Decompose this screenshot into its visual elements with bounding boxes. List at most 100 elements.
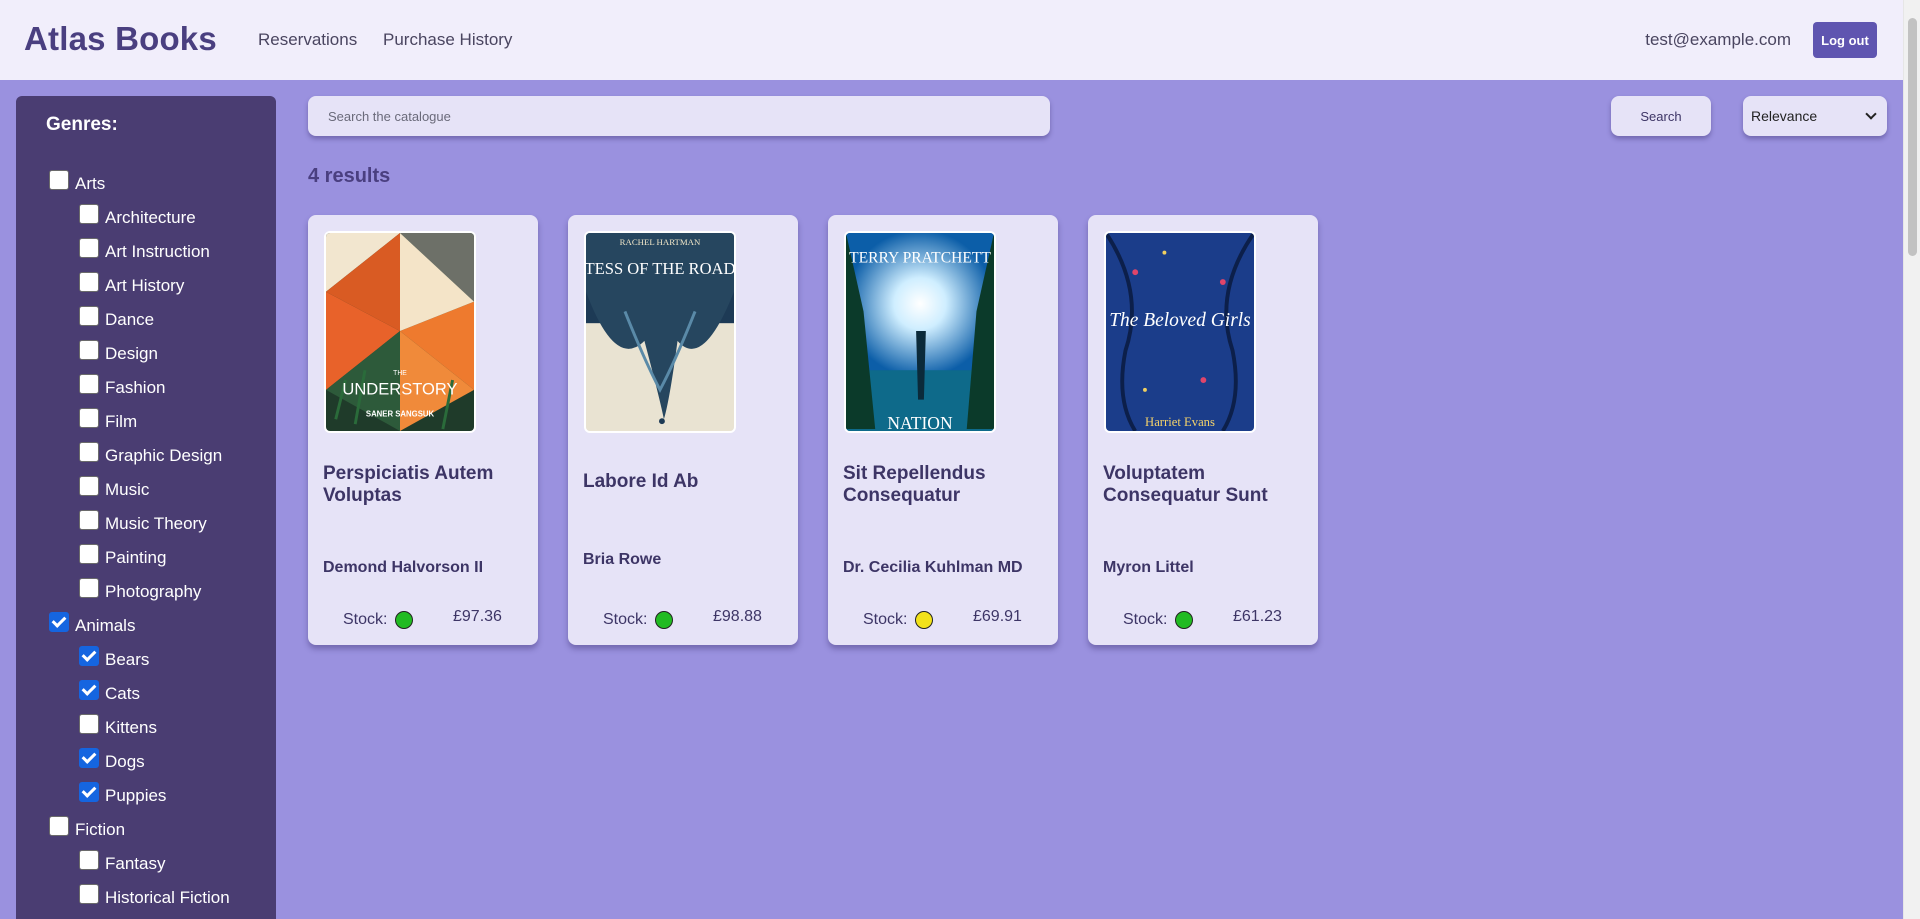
genre-label: Film xyxy=(105,412,138,431)
book-price: £69.91 xyxy=(973,608,1022,625)
genre-item[interactable]: Architecture xyxy=(79,204,196,228)
stock-status-dot xyxy=(915,611,934,629)
cover-text-main: The Beloved Girls xyxy=(1109,310,1251,331)
genre-label: Bears xyxy=(105,650,150,669)
chevron-down-icon xyxy=(1865,108,1877,120)
genre-label: Photography xyxy=(105,582,202,601)
logout-button[interactable]: Log out xyxy=(1813,22,1877,58)
genre-checkbox[interactable] xyxy=(79,850,99,870)
genre-item[interactable]: Design xyxy=(79,340,158,364)
genre-label: Animals xyxy=(75,616,136,635)
genre-item[interactable]: Photography xyxy=(79,578,202,602)
search-input[interactable] xyxy=(308,96,1050,136)
sort-select[interactable]: Relevance xyxy=(1743,96,1887,136)
cover-text-main: TESS OF THE ROAD xyxy=(586,259,734,278)
book-cover-image[interactable]: RACHEL HARTMAN TESS OF THE ROAD xyxy=(584,231,736,433)
genre-checkbox[interactable] xyxy=(49,170,69,190)
genre-checkbox[interactable] xyxy=(79,238,99,258)
genre-checkbox[interactable] xyxy=(79,306,99,326)
book-title[interactable]: Perspiciatis Autem Voluptas xyxy=(323,463,523,507)
page-scrollbar[interactable] xyxy=(1903,0,1920,919)
stock-status-dot xyxy=(655,611,674,629)
genre-checkbox[interactable] xyxy=(79,510,99,530)
genre-checkbox[interactable] xyxy=(79,714,99,734)
genre-checkbox[interactable] xyxy=(79,884,99,904)
nav-purchase-history[interactable]: Purchase History xyxy=(383,30,512,50)
stock-indicator: Stock: xyxy=(863,611,934,629)
stock-indicator: Stock: xyxy=(1123,611,1194,629)
genre-label: Dogs xyxy=(105,752,145,771)
genre-item[interactable]: Film xyxy=(79,408,138,432)
genre-item[interactable]: Painting xyxy=(79,544,166,568)
book-author: Dr. Cecilia Kuhlman MD xyxy=(843,559,1023,576)
genre-label: Cats xyxy=(105,684,140,703)
genre-sidebar: Genres: Arts Architecture Art Instruction A… xyxy=(16,96,276,919)
genre-checkbox[interactable] xyxy=(79,272,99,292)
cover-text-top: THE xyxy=(393,370,407,377)
genre-checkbox[interactable] xyxy=(79,578,99,598)
genre-item[interactable]: Music xyxy=(79,476,150,500)
genre-item[interactable]: Kittens xyxy=(79,714,157,738)
genre-checkbox[interactable] xyxy=(79,340,99,360)
genre-item[interactable]: Graphic Design xyxy=(79,442,222,466)
genre-checkbox[interactable] xyxy=(79,544,99,564)
genre-checkbox[interactable] xyxy=(79,408,99,428)
genre-item[interactable]: Puppies xyxy=(79,782,166,806)
book-title[interactable]: Voluptatem Consequatur Sunt xyxy=(1103,463,1303,507)
book-title[interactable]: Sit Repellendus Consequatur xyxy=(843,463,1043,507)
genre-item[interactable]: Music Theory xyxy=(79,510,207,534)
genre-item[interactable]: Historical Fiction xyxy=(79,884,230,908)
genre-label: Historical Fiction xyxy=(105,888,230,907)
genre-item[interactable]: Dogs xyxy=(79,748,145,772)
genre-checkbox[interactable] xyxy=(79,374,99,394)
site-logo[interactable]: Atlas Books xyxy=(24,20,217,58)
cover-text-bottom: SANER SANGSUK xyxy=(366,409,435,418)
genre-checkbox[interactable] xyxy=(79,782,99,802)
book-card[interactable]: The Beloved Girls Harriet Evans Voluptat… xyxy=(1088,215,1318,645)
genre-checkbox[interactable] xyxy=(79,442,99,462)
book-cover-image[interactable]: The Beloved Girls Harriet Evans xyxy=(1104,231,1256,433)
genre-checkbox[interactable] xyxy=(79,748,99,768)
genre-label: Art Instruction xyxy=(105,242,210,261)
stock-indicator: Stock: xyxy=(603,611,674,629)
scrollbar-thumb[interactable] xyxy=(1908,18,1917,256)
book-card[interactable]: THE UNDERSTORY SANER SANGSUK Perspiciati… xyxy=(308,215,538,645)
book-price: £61.23 xyxy=(1233,608,1282,625)
genre-item[interactable]: Animals xyxy=(49,612,136,636)
genre-checkbox[interactable] xyxy=(49,612,69,632)
genre-item[interactable]: Fiction xyxy=(49,816,125,840)
genre-checkbox[interactable] xyxy=(79,476,99,496)
genre-label: Fantasy xyxy=(105,854,166,873)
book-cover-image[interactable]: THE UNDERSTORY SANER SANGSUK xyxy=(324,231,476,433)
book-card[interactable]: TERRY PRATCHETT NATION Sit Repellendus C… xyxy=(828,215,1058,645)
genre-label: Kittens xyxy=(105,718,157,737)
nav-reservations[interactable]: Reservations xyxy=(258,30,357,50)
genre-item[interactable]: Cats xyxy=(79,680,140,704)
genre-label: Music Theory xyxy=(105,514,207,533)
genre-item[interactable]: Art Instruction xyxy=(79,238,210,262)
genre-checkbox[interactable] xyxy=(79,680,99,700)
stock-status-dot xyxy=(1175,611,1194,629)
sidebar-title: Genres: xyxy=(46,114,118,135)
genre-label: Dance xyxy=(105,310,155,329)
genre-item[interactable]: Fantasy xyxy=(79,850,166,874)
genre-item[interactable]: Fashion xyxy=(79,374,166,398)
genre-item[interactable]: Bears xyxy=(79,646,150,670)
genre-checkbox[interactable] xyxy=(49,816,69,836)
book-author: Myron Littel xyxy=(1103,559,1194,576)
genre-item[interactable]: Dance xyxy=(79,306,155,330)
genre-item[interactable]: Art History xyxy=(79,272,185,296)
book-card[interactable]: RACHEL HARTMAN TESS OF THE ROAD Labore I… xyxy=(568,215,798,645)
book-title[interactable]: Labore Id Ab xyxy=(583,471,783,493)
book-cover-image[interactable]: TERRY PRATCHETT NATION xyxy=(844,231,996,433)
genre-label: Music xyxy=(105,480,150,499)
book-author: Demond Halvorson II xyxy=(323,559,484,576)
sort-selected-value: Relevance xyxy=(1751,108,1818,124)
genre-item[interactable]: Arts xyxy=(49,170,105,194)
search-button[interactable]: Search xyxy=(1611,96,1711,136)
book-price: £98.88 xyxy=(713,608,762,625)
genre-checkbox[interactable] xyxy=(79,204,99,224)
genre-checkbox[interactable] xyxy=(79,646,99,666)
genre-label: Art History xyxy=(105,276,185,295)
genre-label: Fashion xyxy=(105,378,166,397)
